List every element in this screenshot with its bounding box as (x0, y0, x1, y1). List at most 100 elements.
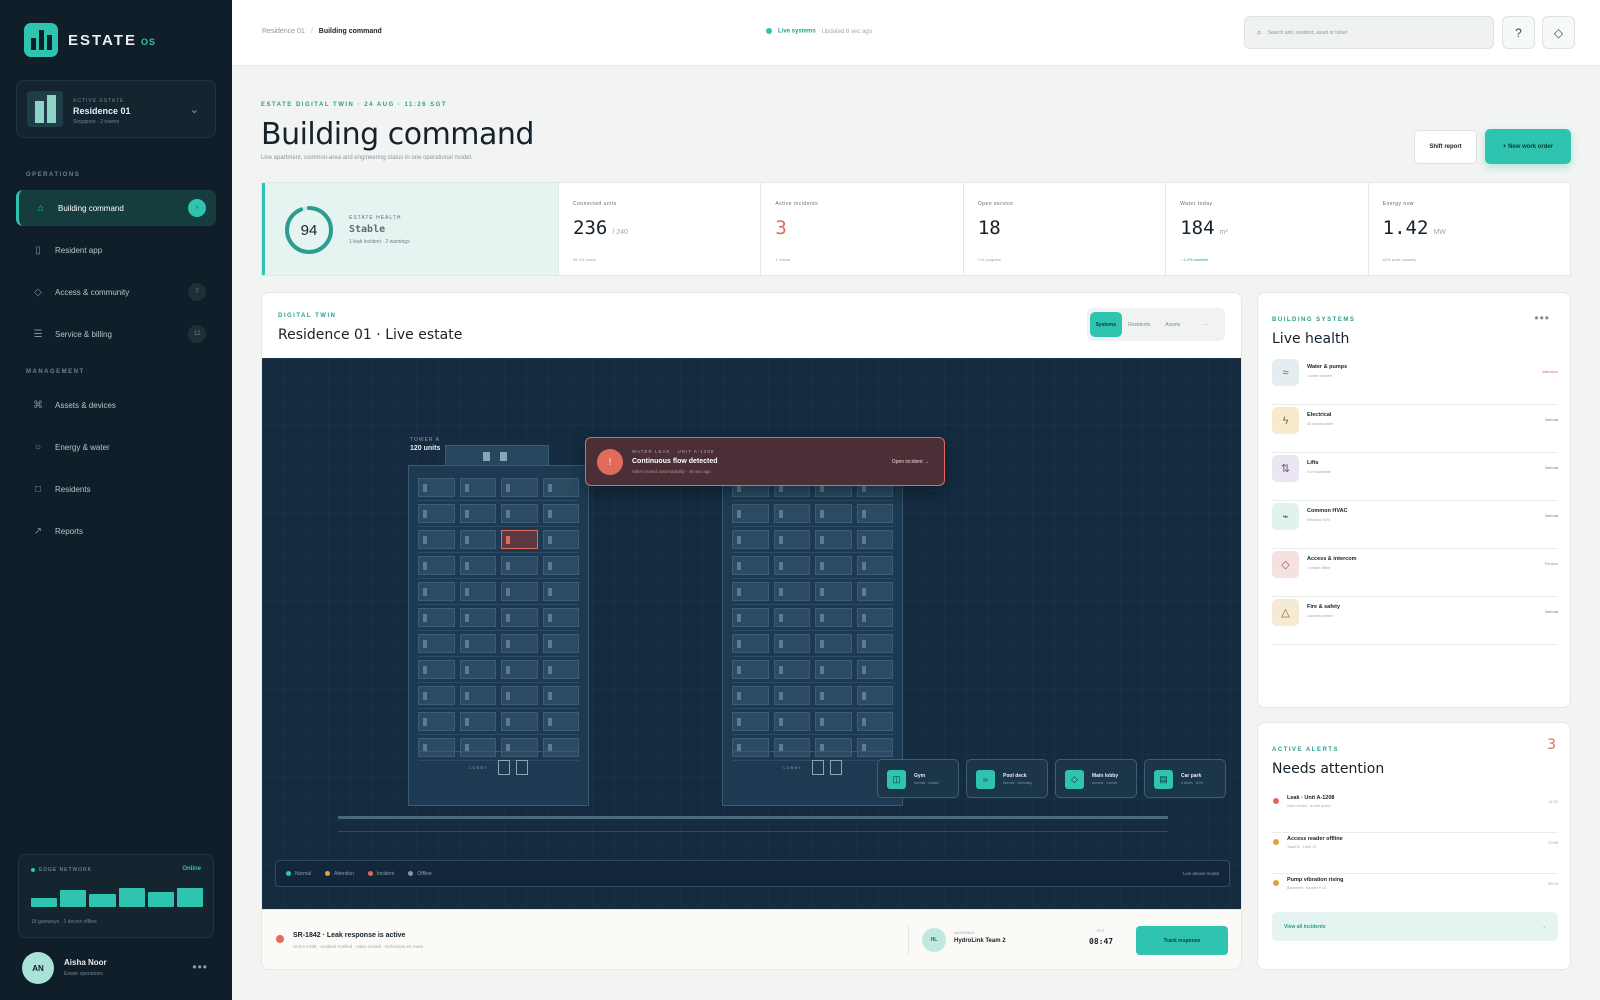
unit-cell[interactable] (542, 556, 579, 575)
track-response-button[interactable]: Track response (1136, 926, 1228, 955)
unit-cell[interactable] (459, 712, 496, 731)
unit-cell[interactable] (542, 530, 579, 549)
unit-cell[interactable] (501, 556, 538, 575)
tab-assets[interactable]: Assets (1157, 312, 1189, 337)
kpi-water-today[interactable]: Water today 184 m³ ↓ 4.2% baseline (1165, 183, 1367, 275)
nav-item-building-command[interactable]: ⌂ Building command › (16, 190, 216, 226)
unit-cell[interactable] (542, 504, 579, 523)
unit-cell[interactable] (732, 634, 769, 653)
open-incident-link[interactable]: Open incident → (892, 459, 929, 465)
nav-item-residents[interactable]: □ Residents (16, 471, 216, 507)
unit-cell[interactable] (773, 712, 810, 731)
unit-cell[interactable] (773, 530, 810, 549)
view-all-incidents-button[interactable]: View all incidents → (1272, 912, 1558, 941)
unit-cell[interactable] (542, 608, 579, 627)
unit-cell[interactable] (856, 556, 893, 575)
more-options-icon[interactable]: ••• (192, 960, 208, 974)
unit-cell[interactable] (815, 634, 852, 653)
system-row[interactable]: ≈ Water & pumps 1 active incident Attention (1272, 357, 1558, 405)
unit-cell[interactable] (815, 660, 852, 679)
alert-row[interactable]: Pump vibration rising Basement · Booster … (1272, 873, 1558, 915)
unit-cell[interactable] (459, 582, 496, 601)
amenity-pool-deck[interactable]: ≈ Pool deck Normal · chemistry (966, 759, 1048, 798)
unit-cell[interactable] (418, 504, 455, 523)
unit-cell[interactable] (542, 686, 579, 705)
leak-alert-popup[interactable]: ! WATER LEAK · UNIT A-1208 Continuous fl… (585, 437, 945, 486)
unit-cell[interactable] (501, 660, 538, 679)
new-work-order-button[interactable]: + New work order (1485, 129, 1571, 164)
unit-cell[interactable] (501, 504, 538, 523)
unit-cell[interactable] (418, 712, 455, 731)
tab-systems[interactable]: Systems (1090, 312, 1122, 337)
unit-cell[interactable] (732, 582, 769, 601)
tab-residents[interactable]: Residents (1124, 312, 1156, 337)
unit-cell[interactable] (459, 530, 496, 549)
unit-cell[interactable] (501, 582, 538, 601)
twin-scene[interactable]: TOWER A 120 units LOBBY LOBBY ! WATER LEA… (262, 358, 1241, 909)
unit-cell[interactable] (732, 556, 769, 575)
unit-cell[interactable] (732, 686, 769, 705)
tower-b[interactable]: LOBBY (722, 465, 903, 806)
unit-cell[interactable] (856, 504, 893, 523)
more-views-button[interactable]: ··· (1191, 312, 1223, 337)
unit-cell[interactable] (856, 530, 893, 549)
unit-cell[interactable] (856, 608, 893, 627)
tower-a-lobby[interactable]: LOBBY (418, 751, 579, 783)
alert-row[interactable]: Leak · Unit A-1208 Valve closed · on-site… (1272, 791, 1558, 833)
kpi-open-service[interactable]: Open service 18 7 in progress (962, 183, 1165, 275)
unit-cell[interactable] (501, 712, 538, 731)
unit-cell[interactable] (856, 634, 893, 653)
kpi-energy-now[interactable]: Energy now 1.42 MW 62% peak capacity (1367, 183, 1570, 275)
system-row[interactable]: ⌁ Common HVAC Efficiency 91% Normal (1272, 501, 1558, 549)
unit-cell[interactable] (542, 582, 579, 601)
system-row[interactable]: ◇ Access & intercom 1 reader offline Review (1272, 549, 1558, 597)
amenity-car-park[interactable]: ▤ Car park 4 levels · 82% (1144, 759, 1226, 798)
unit-cell[interactable] (815, 582, 852, 601)
unit-cell[interactable] (418, 530, 455, 549)
unit-cell[interactable] (501, 608, 538, 627)
unit-cell[interactable] (773, 686, 810, 705)
shift-report-button[interactable]: Shift report (1414, 130, 1477, 164)
kpi-active-incidents[interactable]: Active incidents 3 1 critical (760, 183, 962, 275)
unit-cell[interactable] (418, 556, 455, 575)
user-profile[interactable]: AN Aisha Noor Estate operations ••• (22, 952, 212, 984)
unit-cell[interactable] (501, 478, 538, 497)
unit-incident[interactable] (501, 530, 538, 549)
unit-cell[interactable] (418, 660, 455, 679)
nav-item-reports[interactable]: ↗ Reports (16, 513, 216, 549)
unit-cell[interactable] (459, 504, 496, 523)
unit-cell[interactable] (732, 530, 769, 549)
unit-cell[interactable] (459, 686, 496, 705)
unit-cell[interactable] (773, 582, 810, 601)
unit-cell[interactable] (542, 660, 579, 679)
unit-cell[interactable] (815, 686, 852, 705)
unit-cell[interactable] (418, 582, 455, 601)
unit-cell[interactable] (542, 478, 579, 497)
more-options-icon[interactable]: ••• (1534, 311, 1550, 325)
unit-cell[interactable] (732, 504, 769, 523)
unit-cell[interactable] (815, 530, 852, 549)
estate-switcher[interactable]: ACTIVE ESTATE Residence 01 Singapore · 2… (16, 80, 216, 138)
nav-item-assets-devices[interactable]: ⌘ Assets & devices (16, 387, 216, 423)
unit-cell[interactable] (856, 660, 893, 679)
unit-cell[interactable] (815, 608, 852, 627)
unit-cell[interactable] (773, 556, 810, 575)
unit-cell[interactable] (815, 712, 852, 731)
unit-cell[interactable] (732, 712, 769, 731)
brand-logo[interactable]: ESTATE OS (24, 23, 156, 57)
nav-item-service-billing[interactable]: ☰ Service & billing 12 (16, 316, 216, 352)
nav-item-energy-water[interactable]: ○ Energy & water (16, 429, 216, 465)
notifications-button[interactable]: ◇ (1542, 16, 1575, 49)
unit-cell[interactable] (501, 686, 538, 705)
kpi-connected-units[interactable]: Connected units 236 / 240 98.3% online (558, 183, 760, 275)
help-button[interactable]: ? (1502, 16, 1535, 49)
nav-item-access-community[interactable]: ◇ Access & community 7 (16, 274, 216, 310)
unit-cell[interactable] (459, 660, 496, 679)
system-row[interactable]: △ Fire & safety Last test passed Normal (1272, 597, 1558, 645)
breadcrumb-parent[interactable]: Residence 01 (262, 28, 305, 35)
unit-cell[interactable] (418, 478, 455, 497)
system-row[interactable]: ⇅ Lifts 6 of 6 available Normal (1272, 453, 1558, 501)
tower-a[interactable]: LOBBY (408, 465, 589, 806)
amenity-main-lobby[interactable]: ◇ Main lobby Access · normal (1055, 759, 1137, 798)
edge-network-card[interactable]: EDGE NETWORK Online 18 gateways · 1 devi… (18, 854, 214, 938)
